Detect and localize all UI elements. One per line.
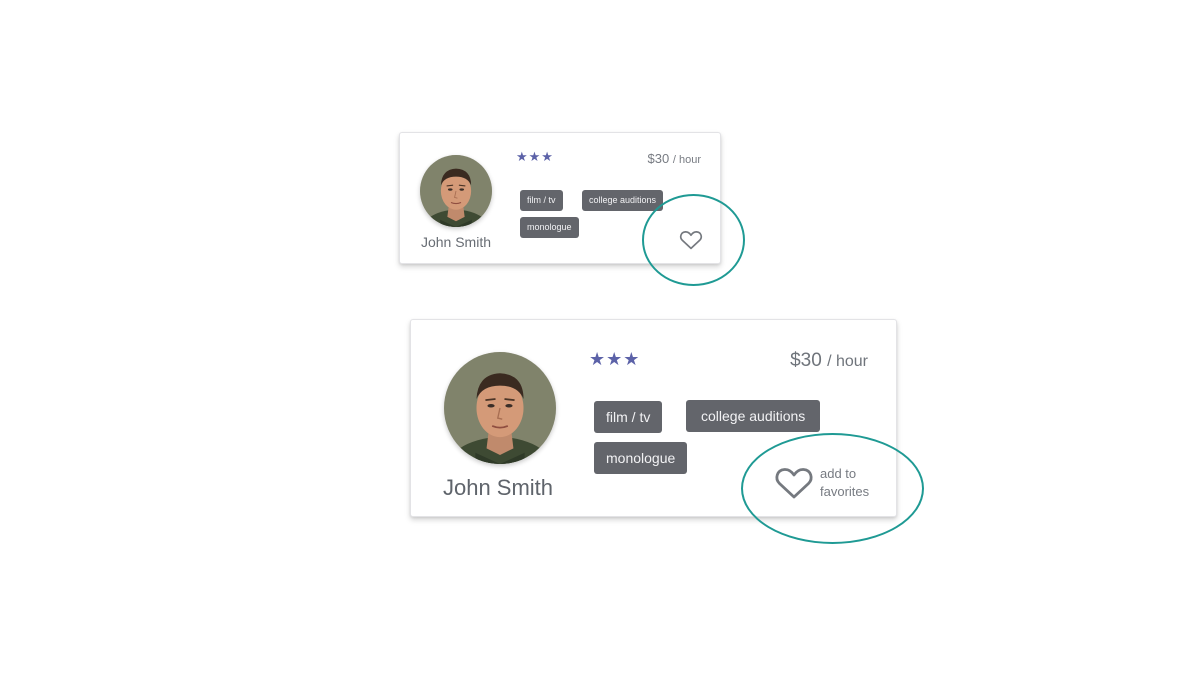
heart-icon[interactable]	[774, 466, 814, 500]
add-to-favorites-label[interactable]: add to favorites	[820, 465, 869, 501]
tag-film-tv: film / tv	[520, 190, 563, 211]
favorites-label-line-2: favorites	[820, 484, 870, 499]
avatar	[420, 155, 492, 227]
tutor-card-compact[interactable]: John Smith ★★★ $30 / hour film / tv coll…	[399, 132, 721, 264]
price: $30 / hour	[648, 151, 701, 166]
tag-college-auditions: college auditions	[582, 190, 664, 211]
tag-film-tv: film / tv	[594, 401, 663, 433]
tag-college-auditions: college auditions	[686, 400, 821, 432]
star-rating: ★★★	[589, 349, 641, 369]
price-amount: $30	[647, 151, 670, 166]
favorites-label-line-1: add to	[820, 466, 857, 481]
price-unit: / hour	[827, 353, 868, 370]
tutor-name: John Smith	[442, 475, 554, 500]
tag-monologue: monologue	[520, 217, 579, 238]
price-amount: $30	[790, 350, 822, 371]
tutor-card-expanded[interactable]: John Smith ★★★ $30 / hour film / tv coll…	[410, 319, 897, 517]
star-rating: ★★★	[516, 149, 554, 164]
price-unit: / hour	[672, 154, 701, 166]
avatar	[444, 352, 556, 464]
tutor-name: John Smith	[420, 234, 492, 250]
tag-monologue: monologue	[594, 442, 688, 474]
heart-icon[interactable]	[679, 229, 703, 251]
price: $30 / hour	[790, 350, 868, 372]
